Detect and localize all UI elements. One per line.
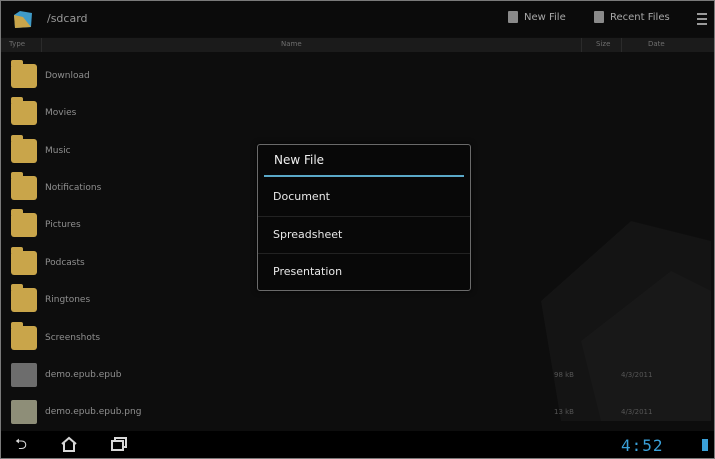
list-item[interactable]: demo.epub.epub.png 13 kB 4/3/2011 xyxy=(1,394,714,430)
dialog-title: New File xyxy=(274,153,325,167)
list-item[interactable]: Screenshots xyxy=(1,320,714,356)
image-file-icon xyxy=(11,400,37,424)
new-file-icon xyxy=(508,11,518,23)
file-name: demo.epub.epub xyxy=(45,370,122,380)
list-item[interactable]: demo.epub.epub 98 kB 4/3/2011 xyxy=(1,357,714,393)
file-name: Pictures xyxy=(45,220,81,230)
file-name: Music xyxy=(45,146,71,156)
back-icon[interactable]: ⮌ xyxy=(11,436,31,452)
folder-icon xyxy=(11,247,37,275)
folder-icon xyxy=(11,60,37,88)
option-label: Document xyxy=(273,190,330,203)
battery-icon xyxy=(702,439,708,451)
column-size[interactable]: Size xyxy=(596,40,610,48)
file-date: 4/3/2011 xyxy=(621,408,653,416)
option-presentation[interactable]: Presentation xyxy=(258,253,470,291)
new-file-button[interactable]: New File xyxy=(508,11,566,23)
list-item[interactable]: Movies xyxy=(1,95,714,131)
list-item[interactable]: Download xyxy=(1,58,714,94)
folder-icon xyxy=(11,172,37,200)
file-icon xyxy=(11,363,37,387)
file-size: 13 kB xyxy=(554,408,574,416)
column-divider xyxy=(581,38,582,52)
file-size: 98 kB xyxy=(554,371,574,379)
folder-icon xyxy=(11,284,37,312)
overflow-menu-icon[interactable] xyxy=(697,13,707,25)
dialog-title-divider xyxy=(264,175,464,177)
file-name: Download xyxy=(45,71,90,81)
file-name: Ringtones xyxy=(45,295,91,305)
file-manager-app-icon[interactable] xyxy=(11,7,35,31)
column-header: Type Name Size Date xyxy=(1,38,714,52)
option-label: Presentation xyxy=(273,265,343,278)
folder-icon xyxy=(11,322,37,350)
column-date[interactable]: Date xyxy=(648,40,665,48)
folder-icon xyxy=(11,97,37,125)
file-date: 4/3/2011 xyxy=(621,371,653,379)
option-document[interactable]: Document xyxy=(258,179,470,216)
file-name: Podcasts xyxy=(45,258,85,268)
home-icon[interactable] xyxy=(59,436,79,452)
column-type[interactable]: Type xyxy=(9,40,25,48)
system-bar: ⮌ 4:52 xyxy=(1,431,714,458)
file-manager-window: /sdcard New File Recent Files Type Name … xyxy=(0,0,715,459)
file-name: Notifications xyxy=(45,183,102,193)
option-label: Spreadsheet xyxy=(273,228,343,241)
file-name: demo.epub.epub.png xyxy=(45,407,142,417)
column-divider xyxy=(621,38,622,52)
recent-files-icon xyxy=(594,11,604,23)
folder-icon xyxy=(11,209,37,237)
recent-apps-icon[interactable] xyxy=(109,436,129,452)
status-clock[interactable]: 4:52 xyxy=(621,436,664,455)
option-spreadsheet[interactable]: Spreadsheet xyxy=(258,216,470,254)
action-bar: /sdcard New File Recent Files xyxy=(1,1,714,37)
recent-files-button[interactable]: Recent Files xyxy=(594,11,670,23)
file-name: Screenshots xyxy=(45,333,101,343)
column-divider xyxy=(41,38,42,52)
column-name[interactable]: Name xyxy=(281,40,302,48)
folder-icon xyxy=(11,135,37,163)
new-file-label: New File xyxy=(524,11,566,23)
file-name: Movies xyxy=(45,108,77,118)
current-path: /sdcard xyxy=(47,12,88,25)
recent-files-label: Recent Files xyxy=(610,11,670,23)
new-file-dialog: New File Document Spreadsheet Presentati… xyxy=(257,144,471,291)
